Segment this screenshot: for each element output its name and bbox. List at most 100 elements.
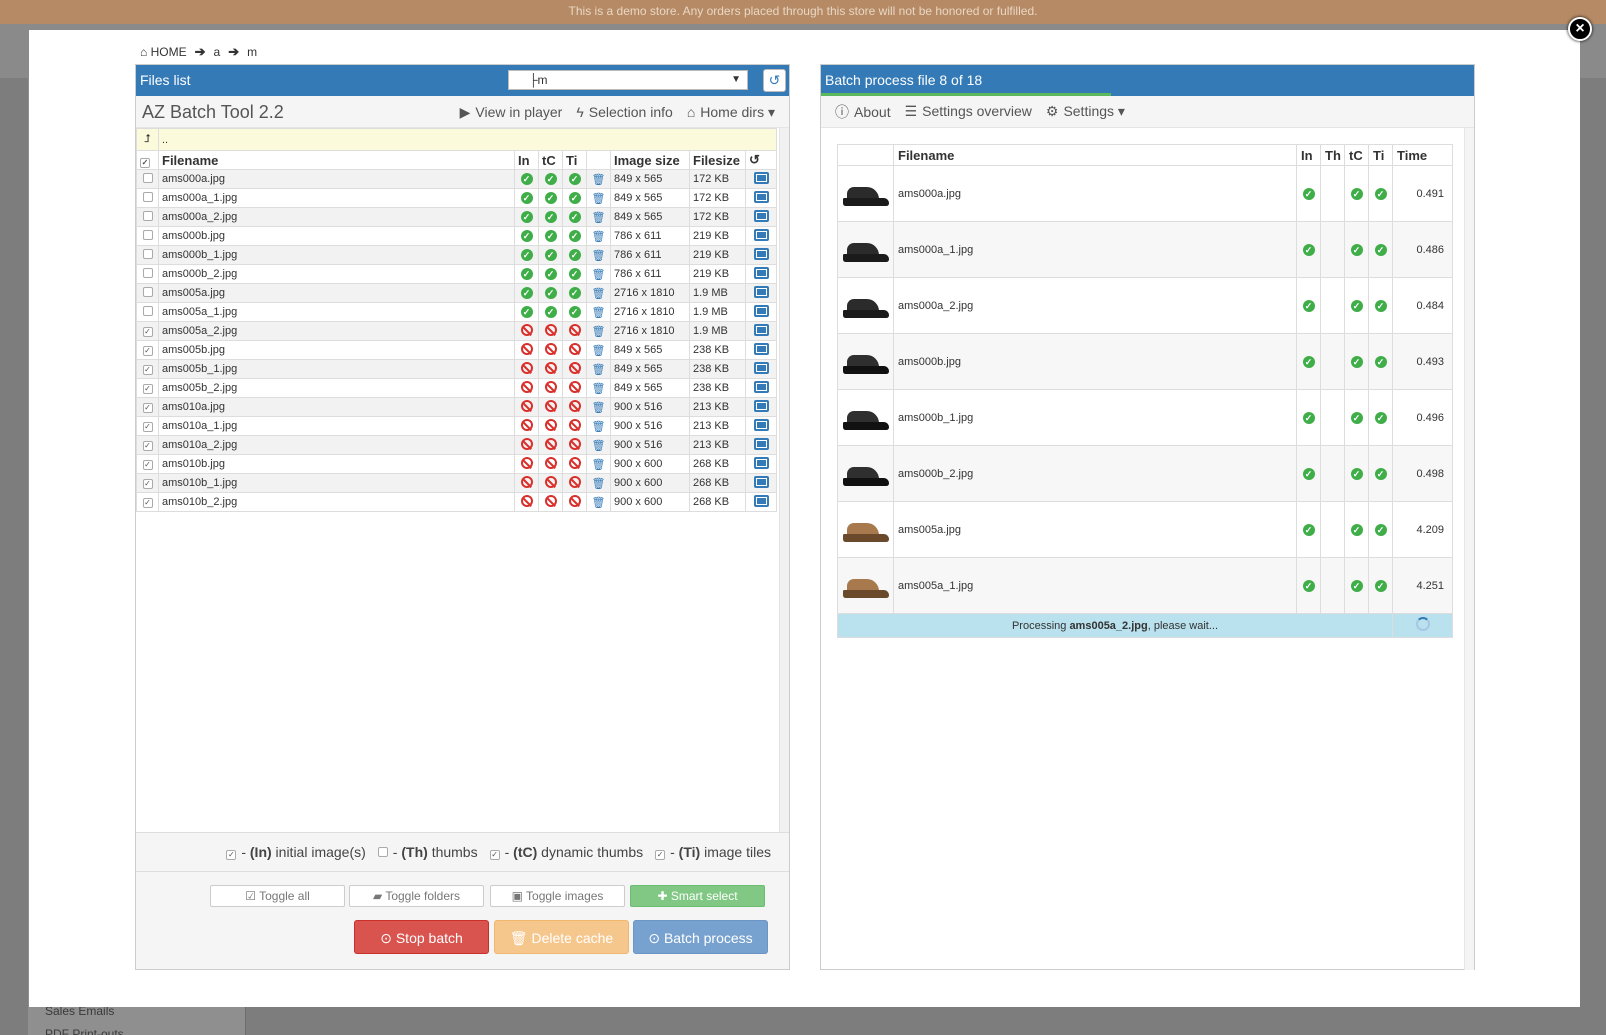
files-scrollbar[interactable] — [779, 128, 789, 875]
trash-icon[interactable]: 🗑 — [592, 288, 606, 300]
refresh-button[interactable]: ↺ — [763, 69, 786, 92]
file-row[interactable]: ✓ ams010a_2.jpg 🗑 900 x 516 213 KB — [136, 435, 777, 455]
breadcrumb-item[interactable]: a — [214, 45, 221, 59]
legend-item[interactable]: ✓ - (Ti) image tiles — [655, 844, 771, 860]
file-checkbox[interactable]: ✓ — [142, 479, 153, 489]
file-checkbox[interactable] — [142, 172, 153, 183]
trash-icon[interactable]: 🗑 — [592, 269, 606, 281]
file-checkbox[interactable]: ✓ — [142, 327, 153, 337]
trash-icon[interactable]: 🗑 — [592, 478, 606, 490]
file-checkbox[interactable]: ✓ — [142, 460, 153, 470]
trash-icon[interactable]: 🗑 — [592, 345, 606, 357]
file-checkbox[interactable] — [142, 191, 153, 202]
file-row[interactable]: ✓ ams010a_1.jpg 🗑 900 x 516 213 KB — [136, 416, 777, 436]
image-icon[interactable] — [753, 228, 769, 241]
image-icon[interactable] — [753, 342, 769, 355]
file-row[interactable]: ams000b_1.jpg ✓ ✓ ✓ 🗑 786 x 611 219 KB — [136, 245, 777, 265]
image-icon[interactable] — [753, 323, 769, 336]
trash-icon[interactable]: 🗑 — [592, 307, 606, 319]
image-icon[interactable] — [753, 171, 769, 184]
home-dirs-dropdown[interactable]: ⌂ Home dirs ▾ — [687, 104, 775, 121]
image-icon[interactable] — [753, 247, 769, 260]
file-checkbox[interactable] — [142, 248, 153, 259]
image-icon[interactable] — [753, 456, 769, 469]
file-checkbox[interactable] — [142, 267, 153, 278]
image-icon[interactable] — [753, 399, 769, 412]
image-icon[interactable] — [753, 361, 769, 374]
trash-icon[interactable]: 🗑 — [592, 193, 606, 205]
trash-icon[interactable]: 🗑 — [592, 459, 606, 471]
image-icon[interactable] — [753, 475, 769, 488]
toggle-folders-button[interactable]: ▰ Toggle folders — [349, 885, 484, 907]
file-row[interactable]: ams000a.jpg ✓ ✓ ✓ 🗑 849 x 565 172 KB — [136, 169, 777, 189]
file-checkbox[interactable] — [142, 229, 153, 240]
view-in-player-link[interactable]: ▶ View in player — [460, 104, 563, 121]
legend-checkbox[interactable] — [377, 847, 388, 857]
file-checkbox[interactable]: ✓ — [142, 365, 153, 375]
file-row[interactable]: ✓ ams010a.jpg 🗑 900 x 516 213 KB — [136, 397, 777, 417]
select-all-checkbox[interactable]: ✓ — [140, 157, 150, 168]
file-checkbox[interactable]: ✓ — [142, 422, 153, 432]
batch-process-button[interactable]: ⊙ Batch process — [633, 920, 768, 954]
file-row[interactable]: ams000a_1.jpg ✓ ✓ ✓ 🗑 849 x 565 172 KB — [136, 188, 777, 208]
about-link[interactable]: ⓘ About — [835, 102, 891, 122]
toggle-images-button[interactable]: ▣ Toggle images — [490, 885, 625, 907]
image-icon[interactable] — [753, 304, 769, 317]
legend-checkbox[interactable]: ✓ — [226, 850, 237, 860]
image-icon[interactable] — [753, 266, 769, 279]
trash-icon[interactable]: 🗑 — [592, 364, 606, 376]
smart-select-button[interactable]: ✚ Smart select — [630, 885, 765, 907]
image-icon[interactable] — [753, 285, 769, 298]
file-row[interactable]: ams005a_1.jpg ✓ ✓ ✓ 🗑 2716 x 1810 1.9 MB — [136, 302, 777, 322]
file-row[interactable]: ams000a_2.jpg ✓ ✓ ✓ 🗑 849 x 565 172 KB — [136, 207, 777, 227]
file-checkbox[interactable]: ✓ — [142, 384, 153, 394]
trash-icon[interactable]: 🗑 — [592, 421, 606, 433]
file-checkbox[interactable]: ✓ — [142, 403, 153, 413]
file-checkbox[interactable]: ✓ — [142, 441, 153, 451]
breadcrumb-item[interactable]: m — [247, 45, 257, 59]
toggle-all-button[interactable]: ☑ Toggle all — [210, 885, 345, 907]
file-row[interactable]: ✓ ams010b_2.jpg 🗑 900 x 600 268 KB — [136, 492, 777, 512]
selection-info-link[interactable]: ϟ Selection info — [576, 104, 672, 121]
breadcrumb-home[interactable]: ⌂ HOME — [140, 45, 187, 59]
file-row[interactable]: ams000b_2.jpg ✓ ✓ ✓ 🗑 786 x 611 219 KB — [136, 264, 777, 284]
file-row[interactable]: ✓ ams005a_2.jpg 🗑 2716 x 1810 1.9 MB — [136, 321, 777, 341]
legend-checkbox[interactable]: ✓ — [655, 850, 666, 860]
legend-item[interactable]: ✓ - (tC) dynamic thumbs — [489, 844, 643, 860]
file-row[interactable]: ams000b.jpg ✓ ✓ ✓ 🗑 786 x 611 219 KB — [136, 226, 777, 246]
trash-icon[interactable]: 🗑 — [592, 250, 606, 262]
file-row[interactable]: ams005a.jpg ✓ ✓ ✓ 🗑 2716 x 1810 1.9 MB — [136, 283, 777, 303]
image-icon[interactable] — [753, 494, 769, 507]
file-row[interactable]: ✓ ams005b_2.jpg 🗑 849 x 565 238 KB — [136, 378, 777, 398]
image-icon[interactable] — [753, 437, 769, 450]
parent-dir-row[interactable]: ⮥ .. — [136, 128, 777, 151]
file-row[interactable]: ✓ ams005b.jpg 🗑 849 x 565 238 KB — [136, 340, 777, 360]
settings-dropdown[interactable]: ⚙ Settings ▾ — [1046, 103, 1125, 120]
file-checkbox[interactable]: ✓ — [142, 346, 153, 356]
trash-icon[interactable]: 🗑 — [592, 440, 606, 452]
trash-icon[interactable]: 🗑 — [592, 231, 606, 243]
refresh-icon[interactable]: ↺ — [749, 152, 760, 167]
legend-checkbox[interactable]: ✓ — [489, 850, 500, 860]
trash-icon[interactable]: 🗑 — [592, 174, 606, 186]
file-row[interactable]: ✓ ams010b.jpg 🗑 900 x 600 268 KB — [136, 454, 777, 474]
trash-icon[interactable]: 🗑 — [592, 497, 606, 509]
file-checkbox[interactable] — [142, 305, 153, 316]
file-row[interactable]: ✓ ams010b_1.jpg 🗑 900 x 600 268 KB — [136, 473, 777, 493]
image-icon[interactable] — [753, 190, 769, 203]
stop-batch-button[interactable]: ⊙ Stop batch — [354, 920, 489, 954]
image-icon[interactable] — [753, 418, 769, 431]
file-row[interactable]: ✓ ams005b_1.jpg 🗑 849 x 565 238 KB — [136, 359, 777, 379]
file-checkbox[interactable] — [142, 286, 153, 297]
file-checkbox[interactable]: ✓ — [142, 498, 153, 508]
batch-scrollbar[interactable] — [1464, 128, 1474, 970]
trash-icon[interactable]: 🗑 — [592, 402, 606, 414]
trash-icon[interactable]: 🗑 — [592, 383, 606, 395]
file-checkbox[interactable] — [142, 210, 153, 221]
image-icon[interactable] — [753, 380, 769, 393]
legend-item[interactable]: - (Th) thumbs — [377, 844, 478, 860]
image-icon[interactable] — [753, 209, 769, 222]
trash-icon[interactable]: 🗑 — [592, 212, 606, 224]
directory-select[interactable]: ├m ▼ — [508, 70, 748, 90]
modal-close-button[interactable]: × — [1568, 17, 1592, 41]
